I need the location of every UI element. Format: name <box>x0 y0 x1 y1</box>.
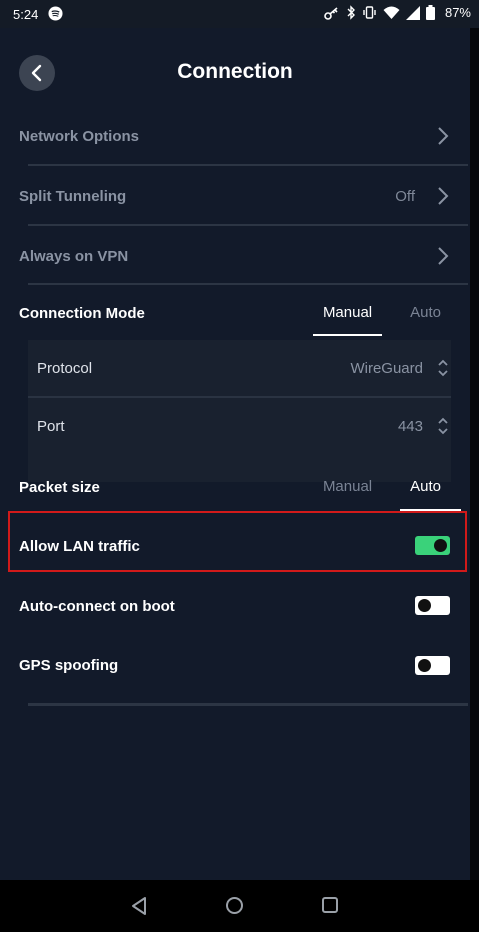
battery-percent: 87% <box>444 5 471 20</box>
up-down-chevron-icon <box>438 359 448 377</box>
packet-size-tabs: Manual Auto <box>313 478 461 511</box>
highlight-annotation <box>8 511 467 572</box>
bluetooth-icon <box>347 5 355 20</box>
chevron-right-icon <box>438 247 449 265</box>
divider <box>28 224 468 226</box>
nav-back-icon[interactable] <box>130 896 148 916</box>
always-on-vpn-label: Always on VPN <box>19 247 129 265</box>
vibrate-icon <box>363 6 376 19</box>
connection-mode-manual-tab[interactable]: Manual <box>312 304 383 336</box>
auto-connect-label: Auto-connect on boot <box>19 597 175 615</box>
divider <box>28 703 468 706</box>
active-tab-underline <box>312 334 383 336</box>
split-tunneling-value: Off <box>395 187 415 205</box>
toggle-knob <box>418 599 431 612</box>
connection-mode-auto-tab[interactable]: Auto <box>400 304 451 321</box>
spotify-icon <box>48 6 63 21</box>
gps-spoofing-row: GPS spoofing <box>19 650 451 680</box>
vpn-key-icon <box>324 6 338 20</box>
nav-home-icon[interactable] <box>225 896 244 915</box>
connection-mode-label: Connection Mode <box>19 304 145 322</box>
protocol-selector[interactable]: Protocol WireGuard <box>37 340 451 396</box>
cell-signal-icon <box>405 5 420 20</box>
connection-mode-tabs: Manual Auto <box>312 304 451 336</box>
gps-spoofing-toggle[interactable] <box>415 656 450 675</box>
port-value: 443 <box>397 417 423 435</box>
packet-size-label: Packet size <box>19 478 100 496</box>
header: Connection <box>0 28 470 118</box>
port-selector[interactable]: Port 443 <box>37 398 451 454</box>
system-nav-bar <box>0 880 479 932</box>
up-down-chevron-icon <box>438 417 448 435</box>
port-label: Port <box>37 417 65 435</box>
packet-size-auto-tab[interactable]: Auto <box>400 478 461 511</box>
protocol-label: Protocol <box>37 359 93 377</box>
protocol-value: WireGuard <box>350 359 423 377</box>
network-options-item[interactable]: Network Options <box>19 121 451 151</box>
split-tunneling-item[interactable]: Split Tunneling Off <box>19 181 451 211</box>
chevron-right-icon <box>438 187 449 205</box>
status-bar: 5:24 87% <box>0 0 479 28</box>
status-time: 5:24 <box>13 7 39 22</box>
battery-icon <box>425 5 435 20</box>
auto-connect-toggle[interactable] <box>415 596 450 615</box>
nav-recents-icon[interactable] <box>321 896 339 914</box>
wifi-icon <box>383 6 400 19</box>
connection-screen: Connection Network Options Split Tunneli… <box>0 28 470 880</box>
always-on-vpn-item[interactable]: Always on VPN <box>19 241 451 271</box>
toggle-knob <box>418 659 431 672</box>
auto-connect-row: Auto-connect on boot <box>19 591 451 621</box>
packet-size-manual-tab[interactable]: Manual <box>313 478 382 495</box>
network-options-label: Network Options <box>19 127 140 145</box>
chevron-right-icon <box>438 127 449 145</box>
split-tunneling-label: Split Tunneling <box>19 187 127 205</box>
page-title: Connection <box>177 60 293 83</box>
divider <box>28 164 468 166</box>
screen-edge <box>470 28 479 880</box>
divider <box>28 283 468 285</box>
gps-spoofing-label: GPS spoofing <box>19 656 119 674</box>
